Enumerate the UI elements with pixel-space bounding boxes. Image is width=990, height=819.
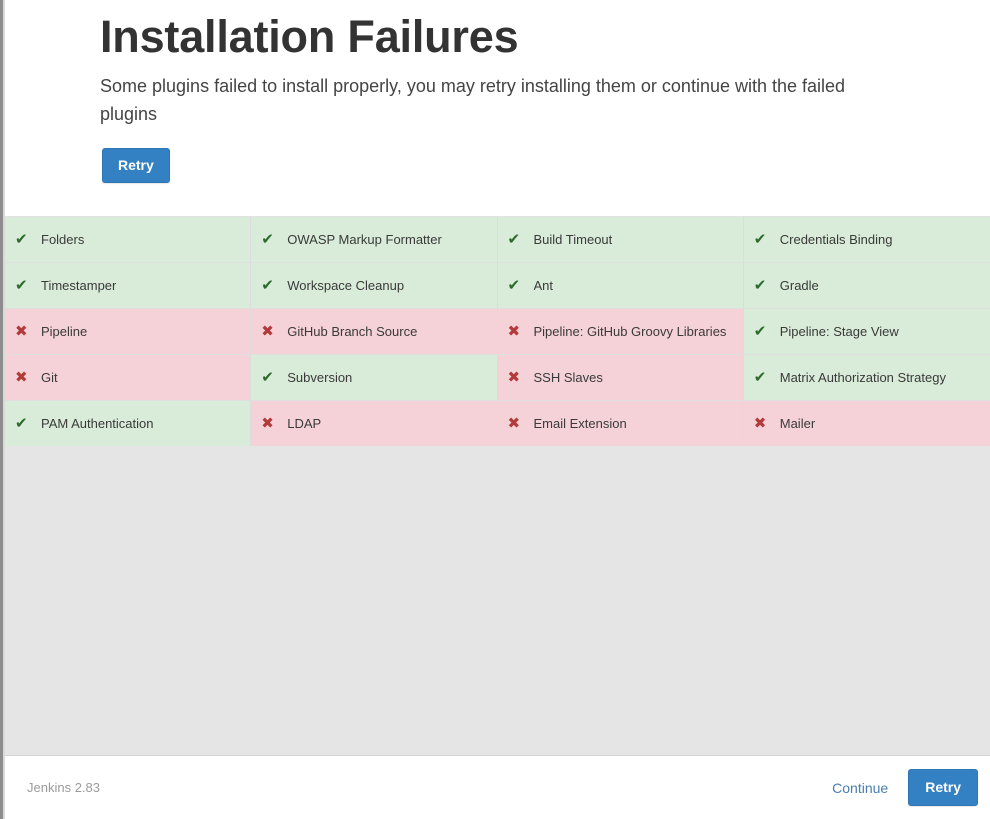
plugin-cell: ✖ LDAP — [251, 401, 498, 447]
page-body-filler — [5, 446, 990, 755]
cross-icon: ✖ — [15, 368, 28, 386]
check-icon: ✔ — [753, 276, 767, 294]
setup-wizard-page: Installation Failures Some plugins faile… — [5, 0, 990, 819]
check-icon: ✔ — [261, 276, 274, 294]
check-icon: ✔ — [753, 322, 767, 340]
check-icon: ✔ — [15, 230, 28, 248]
plugin-cell: ✔ Ant — [497, 263, 744, 309]
plugin-cell: ✖ Email Extension — [497, 401, 744, 447]
plugin-name-label: OWASP Markup Formatter — [287, 232, 442, 247]
plugin-cell: ✖ Pipeline — [5, 309, 252, 355]
check-icon: ✔ — [753, 230, 767, 248]
plugin-cell: ✔ Workspace Cleanup — [251, 263, 498, 309]
plugin-cell: ✔ Timestamper — [5, 263, 252, 309]
plugin-cell: ✔ Subversion — [251, 355, 498, 401]
plugin-name-label: Ant — [533, 278, 554, 293]
page-description: Some plugins failed to install properly,… — [100, 76, 846, 124]
page-title: Installation Failures — [100, 11, 519, 62]
cross-icon: ✖ — [753, 414, 767, 432]
plugin-cell: ✔ Pipeline: Stage View — [743, 309, 990, 355]
plugin-name-label: Email Extension — [533, 416, 627, 431]
plugin-name-label: Workspace Cleanup — [287, 278, 405, 293]
plugin-cell: ✖ GitHub Branch Source — [251, 309, 498, 355]
check-icon: ✔ — [15, 414, 28, 432]
browser-edge-line-inner — [3, 0, 5, 819]
cross-icon: ✖ — [507, 322, 521, 340]
footer-retry-button[interactable]: Retry — [908, 769, 978, 806]
plugin-name-label: Pipeline: GitHub Groovy Libraries — [533, 324, 727, 339]
plugin-name-label: Pipeline — [41, 324, 88, 339]
check-icon: ✔ — [261, 368, 274, 386]
plugin-name-label: Folders — [41, 232, 85, 247]
plugin-name-label: Credentials Binding — [779, 232, 893, 247]
check-icon: ✔ — [261, 230, 274, 248]
page-footer: Jenkins 2.83 Continue Retry — [5, 755, 990, 819]
header-retry-button[interactable]: Retry — [102, 148, 170, 183]
plugin-status-grid: ✔ Folders ✔ OWASP Markup Formatter ✔ Build Ti… — [5, 216, 990, 447]
footer-actions: Continue Retry — [830, 769, 978, 806]
jenkins-version-label: Jenkins 2.83 — [27, 780, 100, 795]
plugin-cell: ✔ Folders — [5, 217, 252, 263]
plugin-name-label: Timestamper — [41, 278, 117, 293]
plugin-name-label: LDAP — [287, 416, 322, 431]
cross-icon: ✖ — [507, 414, 521, 432]
check-icon: ✔ — [753, 368, 767, 386]
plugin-name-label: PAM Authentication — [41, 416, 154, 431]
plugin-name-label: Gradle — [779, 278, 819, 293]
plugin-name-label: Matrix Authorization Strategy — [779, 370, 946, 385]
plugin-name-label: GitHub Branch Source — [287, 324, 418, 339]
cross-icon: ✖ — [507, 368, 521, 386]
plugin-cell: ✔ PAM Authentication — [5, 401, 252, 447]
check-icon: ✔ — [15, 276, 28, 294]
plugin-cell: ✔ Matrix Authorization Strategy — [743, 355, 990, 401]
plugin-name-label: Pipeline: Stage View — [779, 324, 899, 339]
page-header: Installation Failures Some plugins faile… — [5, 0, 990, 216]
header-content: Installation Failures Some plugins faile… — [5, 0, 990, 183]
plugin-name-label: Subversion — [287, 370, 353, 385]
plugin-cell: ✖ SSH Slaves — [497, 355, 744, 401]
plugin-name-label: Git — [41, 370, 58, 385]
plugin-cell: ✖ Mailer — [743, 401, 990, 447]
continue-button[interactable]: Continue — [830, 776, 890, 800]
plugin-name-label: Build Timeout — [533, 232, 613, 247]
plugin-name-label: Mailer — [779, 416, 816, 431]
check-icon: ✔ — [507, 230, 521, 248]
cross-icon: ✖ — [261, 414, 274, 432]
plugin-name-label: SSH Slaves — [533, 370, 603, 385]
check-icon: ✔ — [507, 276, 521, 294]
plugin-cell: ✔ Build Timeout — [497, 217, 744, 263]
plugin-cell: ✖ Pipeline: GitHub Groovy Libraries — [497, 309, 744, 355]
plugin-cell: ✔ Gradle — [743, 263, 990, 309]
plugin-cell: ✔ OWASP Markup Formatter — [251, 217, 498, 263]
cross-icon: ✖ — [261, 322, 274, 340]
plugin-cell: ✔ Credentials Binding — [743, 217, 990, 263]
cross-icon: ✖ — [15, 322, 28, 340]
plugin-cell: ✖ Git — [5, 355, 252, 401]
